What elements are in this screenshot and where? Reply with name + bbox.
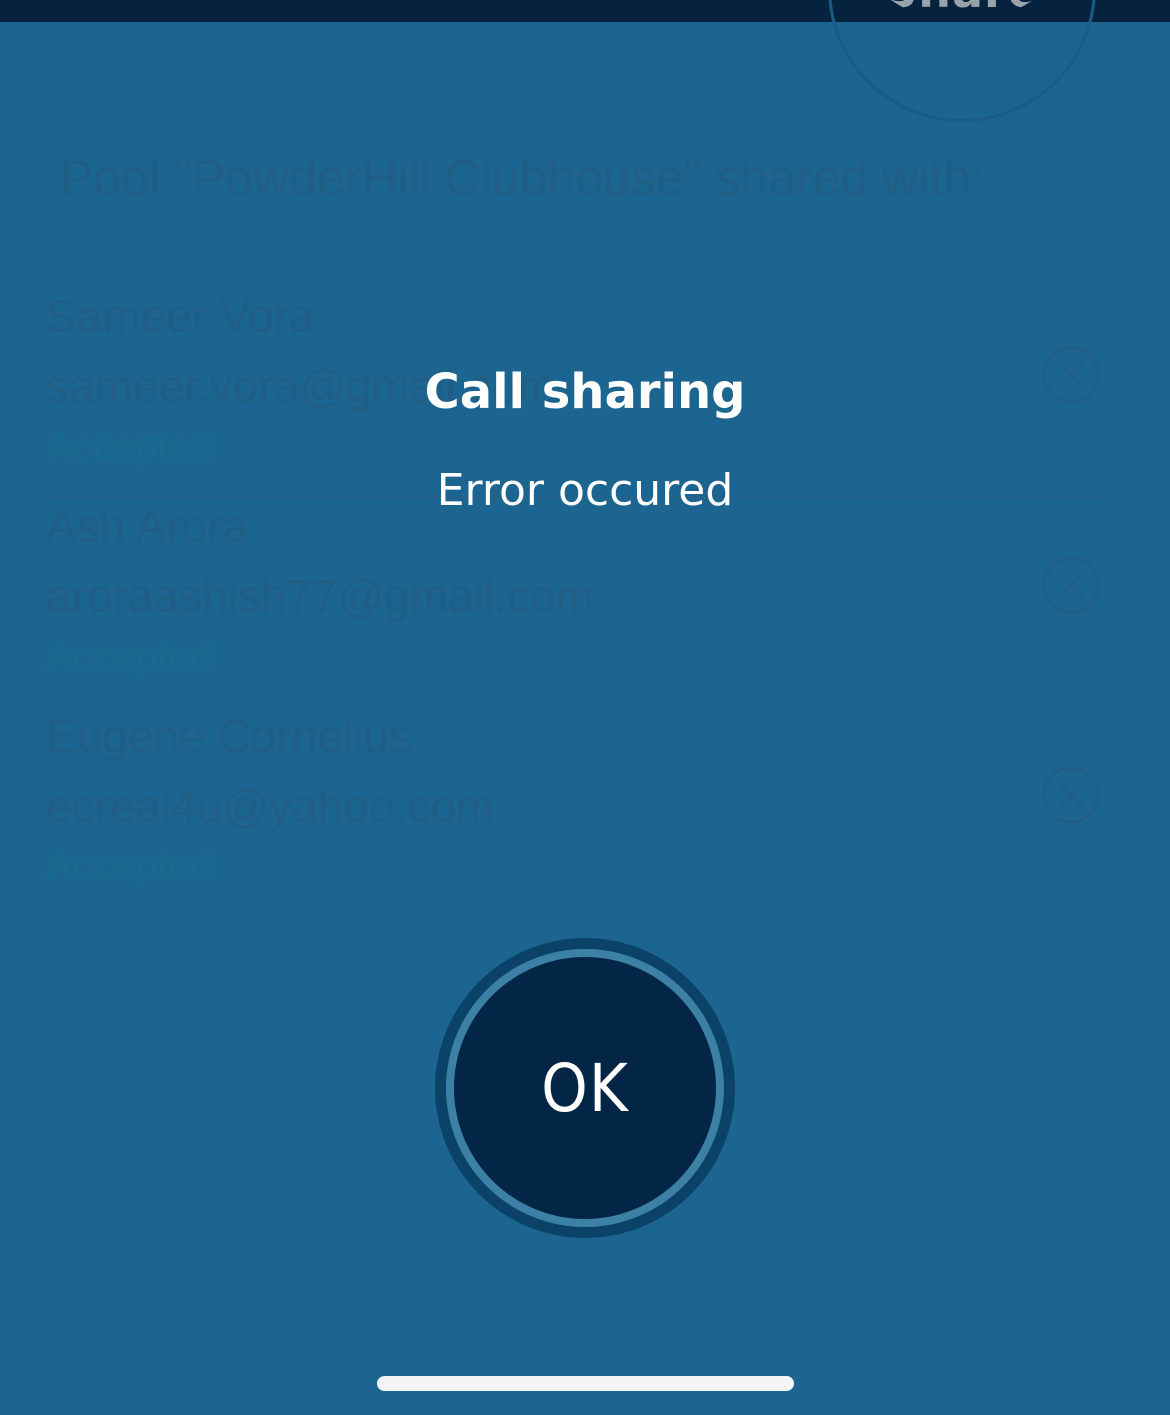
home-indicator[interactable] — [377, 1376, 794, 1391]
ok-button-halo: OK — [435, 938, 735, 1238]
dialog-title: Call sharing — [424, 364, 746, 420]
share-row: Ash Arora aroraashish77@gmail.com Accept… — [44, 496, 1114, 708]
share-status: Accepted — [46, 424, 213, 468]
share-name: Sameer Vora — [46, 290, 315, 342]
share-status: Accepted — [46, 844, 213, 888]
remove-share-icon — [1042, 556, 1100, 614]
share-email: ecreal4u@yahoo.com — [46, 780, 495, 832]
share-status: Accepted — [46, 634, 213, 678]
dialog-message: Error occured — [436, 465, 734, 516]
share-button-label: Share — [836, 0, 1088, 14]
screen: Share Pool "PowderHill Clubhouse" shared… — [0, 0, 1170, 1415]
shared-with-title: Pool "PowderHill Clubhouse" shared with: — [60, 150, 985, 206]
share-email: aroraashish77@gmail.com — [46, 570, 594, 622]
share-row: Eugene Cornelius ecreal4u@yahoo.com Acce… — [44, 706, 1114, 918]
ok-button-ring: OK — [446, 949, 724, 1227]
ok-button[interactable]: OK — [454, 957, 716, 1219]
share-name: Eugene Cornelius — [46, 710, 412, 762]
remove-share-icon — [1042, 766, 1100, 824]
